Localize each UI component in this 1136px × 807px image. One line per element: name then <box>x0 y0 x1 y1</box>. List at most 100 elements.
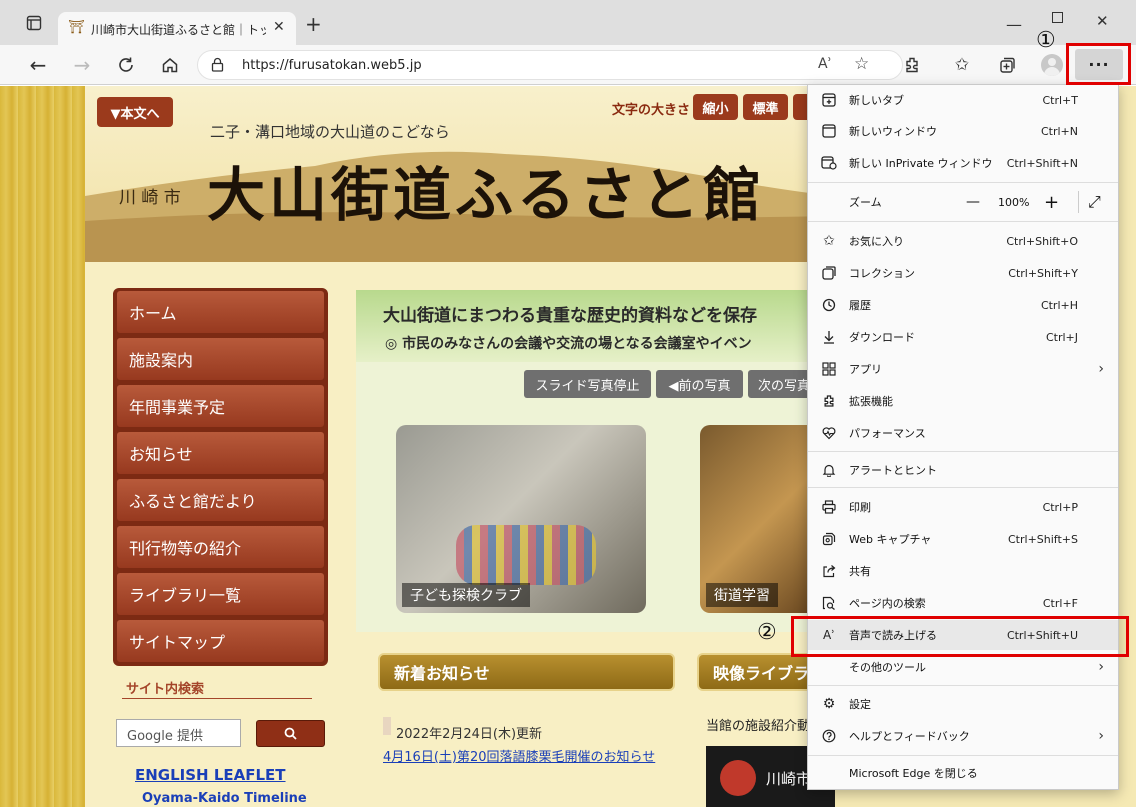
menu-performance[interactable]: パフォーマンス <box>808 418 1118 448</box>
city-label: 川 崎 市 <box>119 188 181 208</box>
slide-stop-button[interactable]: スライド写真停止 <box>524 370 651 398</box>
maximize-icon[interactable] <box>1052 12 1063 23</box>
menu-history[interactable]: 履歴 Ctrl+H <box>808 290 1118 320</box>
menu-divider <box>808 182 1118 183</box>
news-header: 新着お知らせ <box>378 653 675 691</box>
find-icon <box>820 594 838 612</box>
step-1-marker: ① <box>1036 28 1056 53</box>
active-tab[interactable]: ⛩ 川崎市大山街道ふるさと館｜トップ ✕ <box>58 12 296 45</box>
hero-line1: 大山街道にまつわる貴重な歴史的資料などを保存 <box>383 306 757 326</box>
favorites-toolbar-icon[interactable]: ✩ <box>946 50 978 80</box>
nav-newsletter[interactable]: ふるさと館だより <box>116 478 325 522</box>
menu-settings[interactable]: ⚙ 設定 <box>808 689 1118 719</box>
menu-help-feedback[interactable]: ヘルプとフィードバック › <box>808 721 1118 751</box>
menu-close-edge[interactable]: Microsoft Edge を閉じる <box>808 758 1118 788</box>
extensions-icon <box>820 392 838 410</box>
menu-new-window[interactable]: 新しいウィンドウ Ctrl+N <box>808 116 1118 146</box>
zoom-label: ズーム <box>849 196 882 209</box>
prev-photo-button[interactable]: ◀前の写真 <box>656 370 743 398</box>
skip-to-content-button[interactable]: ▼本文へ <box>97 97 173 127</box>
performance-icon <box>820 424 838 442</box>
favicon-icon: ⛩ <box>68 20 85 35</box>
forward-icon[interactable]: → <box>66 50 98 80</box>
web-capture-icon <box>820 530 838 548</box>
english-leaflet-link[interactable]: ENGLISH LEAFLET <box>135 766 286 784</box>
nav-sitemap[interactable]: サイトマップ <box>116 619 325 663</box>
inprivate-icon <box>820 154 838 172</box>
zoom-out-button[interactable]: — <box>966 194 980 210</box>
print-icon <box>820 498 838 516</box>
menu-collections[interactable]: コレクション Ctrl+Shift+Y <box>808 258 1118 288</box>
font-small-button[interactable]: 縮小 <box>693 94 738 120</box>
font-standard-button[interactable]: 標準 <box>743 94 788 120</box>
tab-title: 川崎市大山街道ふるさと館｜トップ <box>91 23 266 37</box>
nav-publications[interactable]: 刊行物等の紹介 <box>116 525 325 569</box>
nav-library[interactable]: ライブラリ一覧 <box>116 572 325 616</box>
step-2-marker: ② <box>757 620 777 645</box>
tab-actions-icon[interactable] <box>18 8 50 38</box>
video-description: 当館の施設紹介動 <box>706 719 811 734</box>
zoom-value: 100% <box>998 195 1030 209</box>
address-bar[interactable]: https://furusatokan.web5.jp Aʾ ☆ <box>197 50 903 80</box>
left-gold-stripe <box>0 86 85 807</box>
home-icon[interactable] <box>154 50 186 80</box>
chevron-right-icon: › <box>1098 659 1104 675</box>
menu-apps[interactable]: アプリ › <box>808 354 1118 384</box>
menu-divider <box>808 487 1118 488</box>
menu-zoom-row: ズーム — 100% + ⤢ <box>808 187 1118 217</box>
nav-news[interactable]: お知らせ <box>116 431 325 475</box>
menu-favorites[interactable]: ✩ お気に入り Ctrl+Shift+O <box>808 226 1118 256</box>
menu-new-tab[interactable]: 新しいタブ Ctrl+T <box>808 85 1118 115</box>
collections-toolbar-icon[interactable] <box>991 50 1023 80</box>
news-link[interactable]: 4月16日(土)第20回落語膝栗毛開催のお知らせ <box>383 748 678 768</box>
news-date: 2022年2月24日(木)更新 <box>396 727 543 742</box>
site-search-button[interactable] <box>256 720 325 747</box>
chevron-right-icon: › <box>1098 361 1104 377</box>
back-icon[interactable]: ← <box>22 50 54 80</box>
refresh-icon[interactable] <box>110 50 142 80</box>
tab-bar: ⛩ 川崎市大山街道ふるさと館｜トップ ✕ + — ✕ <box>0 0 1136 45</box>
fullscreen-icon[interactable]: ⤢ <box>1088 192 1101 212</box>
menu-divider <box>808 221 1118 222</box>
timeline-link[interactable]: Oyama-Kaido Timeline <box>142 791 307 806</box>
new-tab-plus-icon[interactable]: + <box>305 14 322 34</box>
menu-print[interactable]: 印刷 Ctrl+P <box>808 492 1118 522</box>
read-aloud-toolbar-icon[interactable]: Aʾ <box>818 56 832 72</box>
nav-facility[interactable]: 施設案内 <box>116 337 325 381</box>
nav-home[interactable]: ホーム <box>116 290 325 334</box>
photo1-caption: 子ども探検クラブ <box>402 583 530 607</box>
close-tab-icon[interactable]: ✕ <box>273 19 285 35</box>
apps-icon <box>820 360 838 378</box>
channel-avatar-icon <box>720 760 756 796</box>
menu-new-inprivate[interactable]: 新しい InPrivate ウィンドウ Ctrl+Shift+N <box>808 148 1118 178</box>
menu-alerts-tips[interactable]: アラートとヒント <box>808 455 1118 485</box>
help-icon <box>820 727 838 745</box>
nav-annual-events[interactable]: 年間事業予定 <box>116 384 325 428</box>
new-window-icon <box>820 122 838 140</box>
site-search-input[interactable]: Google 提供 <box>116 719 241 747</box>
search-title: サイト内検索 <box>126 682 205 697</box>
collections-icon <box>820 264 838 282</box>
menu-share[interactable]: 共有 <box>808 556 1118 586</box>
profile-avatar-icon[interactable] <box>1041 54 1063 76</box>
menu-downloads[interactable]: ダウンロード Ctrl+J <box>808 322 1118 352</box>
minimize-icon[interactable]: — <box>1006 15 1022 34</box>
bell-icon <box>820 461 838 479</box>
menu-find-on-page[interactable]: ページ内の検索 Ctrl+F <box>808 588 1118 618</box>
zoom-in-button[interactable]: + <box>1044 192 1059 213</box>
url-text: https://furusatokan.web5.jp <box>242 58 422 73</box>
extensions-toolbar-icon[interactable] <box>896 50 928 80</box>
menu-extensions[interactable]: 拡張機能 <box>808 386 1118 416</box>
news-date-marker <box>383 717 391 735</box>
menu-web-capture[interactable]: Web キャプチャ Ctrl+Shift+S <box>808 524 1118 554</box>
favorites-icon: ✩ <box>823 233 835 249</box>
history-icon <box>820 296 838 314</box>
slide-photo-1[interactable]: 子ども探検クラブ <box>396 425 646 613</box>
site-logo-title: 大山街道ふるさと館 <box>207 161 766 229</box>
font-size-label: 文字の大きさ <box>612 103 691 118</box>
hero-line2: ◎ 市民のみなさんの会議や交流の場となる会議室やイベン <box>385 336 752 352</box>
add-favorite-icon[interactable]: ☆ <box>854 54 869 74</box>
close-window-icon[interactable]: ✕ <box>1096 12 1109 30</box>
photo2-caption: 街道学習 <box>706 583 778 607</box>
download-icon <box>820 328 838 346</box>
